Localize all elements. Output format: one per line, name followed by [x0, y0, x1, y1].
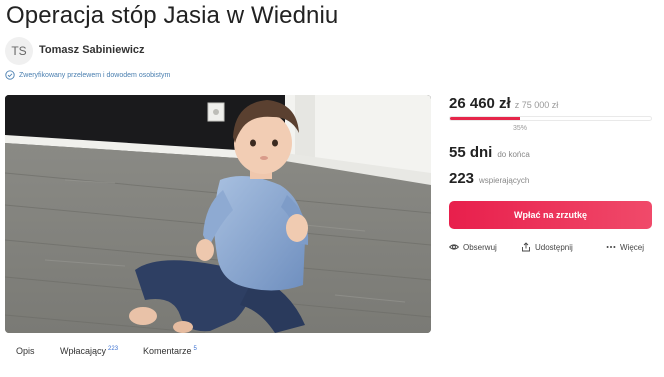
eye-icon [449, 244, 459, 250]
avatar[interactable]: TS [5, 37, 33, 65]
share-button[interactable]: Udostępnij [521, 242, 573, 252]
donate-button[interactable]: Wpłać na zrzutkę [449, 201, 652, 229]
more-dots-icon [606, 246, 616, 248]
tab-count: 5 [193, 346, 197, 352]
tab-comments[interactable]: Komentarze 5 [143, 346, 197, 356]
tab-label: Opis [16, 346, 35, 356]
tab-label: Komentarze [143, 346, 192, 356]
campaign-photo[interactable] [5, 95, 431, 333]
supporters-value: 223 [449, 170, 475, 187]
check-circle-icon [5, 70, 15, 80]
tab-description[interactable]: Opis [16, 346, 37, 356]
share-icon [522, 242, 530, 252]
more-label: Więcej [620, 242, 645, 252]
tab-bar: Opis Wpłacający 223 Komentarze 5 [0, 346, 664, 366]
tab-label: Wpłacający [60, 346, 107, 356]
author-name[interactable]: Tomasz Sabiniewicz [39, 44, 145, 56]
goal-amount: z 75 000 zł [514, 100, 559, 110]
supporters-count: 223 wspierających [449, 170, 529, 187]
share-label: Udostępnij [535, 242, 573, 252]
supporters-label: wspierających [479, 176, 530, 185]
raised-amount: 26 460 zł [449, 95, 511, 112]
follow-button[interactable]: Obserwuj [449, 242, 497, 252]
days-remaining: 55 dni do końca [449, 144, 530, 161]
follow-label: Obserwuj [463, 242, 497, 252]
campaign-photo-image [5, 95, 431, 333]
days-label: do końca [497, 150, 530, 159]
tab-count: 223 [108, 346, 119, 352]
verified-text: Zweryfikowany przelewem i dowodem osobis… [19, 71, 171, 79]
tab-donors[interactable]: Wpłacający 223 [60, 346, 118, 356]
page-title: Operacja stóp Jasia w Wiedniu [6, 2, 339, 29]
progress-bar [449, 116, 652, 121]
more-button[interactable]: Więcej [606, 242, 644, 252]
days-value: 55 dni [449, 144, 493, 161]
progress-fill [450, 117, 521, 120]
amount-raised: 26 460 zł z 75 000 zł [449, 95, 558, 112]
verified-badge: Zweryfikowany przelewem i dowodem osobis… [5, 70, 170, 80]
progress-percent: 35% [513, 125, 528, 132]
action-bar: Obserwuj Udostępnij Więcej [449, 242, 652, 256]
